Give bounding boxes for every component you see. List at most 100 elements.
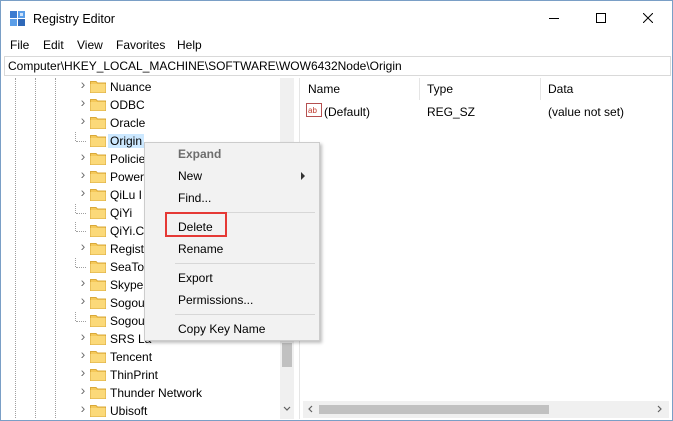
scroll-right-icon[interactable] [655,405,663,413]
menu-edit[interactable]: Edit [43,38,64,52]
tree-item-label: QiLu I [110,188,143,202]
column-divider[interactable] [540,78,541,100]
window-title: Registry Editor [33,12,115,26]
folder-icon [90,189,106,201]
tree-guide-line [75,312,76,321]
context-menu-permissions-label: Permissions... [178,293,254,307]
chevron-right-icon[interactable]: › [78,365,88,379]
context-menu: Expand New Find... Delete Rename Export … [144,142,320,341]
context-menu-expand-label: Expand [178,147,222,161]
chevron-right-icon[interactable]: › [78,167,88,181]
address-path[interactable]: Computer\HKEY_LOCAL_MACHINE\SOFTWARE\WOW… [8,59,402,73]
menu-view[interactable]: View [77,38,103,52]
folder-icon [90,369,106,381]
tree-item-label: Thunder Network [110,386,203,400]
column-header-type[interactable]: Type [427,82,453,96]
maximize-button[interactable] [578,1,624,35]
table-row[interactable]: ab (Default) REG_SZ (value not set) [303,102,669,120]
string-value-icon: ab [306,103,322,117]
tree-item[interactable]: › ThinPrint [4,365,280,384]
menu-separator [175,314,315,315]
column-header-name[interactable]: Name [308,82,340,96]
list-horizontal-scrollbar[interactable] [303,401,669,418]
value-name: (Default) [324,105,371,119]
chevron-right-icon[interactable]: › [78,293,88,307]
tree-guide-line [76,231,86,232]
minimize-button[interactable] [531,1,577,35]
context-menu-export[interactable]: Export [145,267,319,289]
tree-item-label: Power [110,170,145,184]
tree-item[interactable]: › Ubisoft [4,401,280,418]
folder-icon [90,207,106,219]
tree-item-label: QiYi.C [110,224,145,238]
tree-guide-line [76,321,86,322]
folder-icon [90,333,106,345]
tree-item-label: ODBC [110,98,145,112]
tree-guide-line [75,258,76,267]
tree-item[interactable]: › Oracle [4,113,280,132]
values-list[interactable]: Name Type Data ab (Default) REG_SZ (valu… [303,78,669,403]
chevron-right-icon[interactable]: › [78,347,88,361]
value-data: (value not set) [548,105,625,119]
folder-icon [90,117,106,129]
menu-bar: File Edit View Favorites Help [1,35,672,55]
tree-item-label: QiYi [110,206,133,220]
chevron-right-icon[interactable]: › [78,95,88,109]
context-menu-find[interactable]: Find... [145,187,319,209]
tree-item[interactable]: › ODBC [4,95,280,114]
tree-item-label: Tencent [110,350,153,364]
folder-icon [90,171,106,183]
folder-icon [90,261,106,273]
delete-highlight-box [165,212,227,237]
chevron-right-icon[interactable]: › [78,149,88,163]
address-bar[interactable]: Computer\HKEY_LOCAL_MACHINE\SOFTWARE\WOW… [4,56,671,76]
title-bar[interactable]: Registry Editor [1,1,672,35]
maximize-icon [596,13,606,23]
folder-icon [90,351,106,363]
context-menu-new[interactable]: New [145,165,319,187]
registry-editor-icon [10,11,25,26]
menu-help[interactable]: Help [177,38,202,52]
chevron-right-icon[interactable]: › [78,185,88,199]
column-divider[interactable] [419,78,420,100]
tree-item-label: Regist [110,242,145,256]
minimize-icon [549,18,559,19]
scroll-left-icon[interactable] [307,405,315,413]
chevron-right-icon[interactable]: › [78,401,88,415]
context-menu-export-label: Export [178,271,213,285]
column-header-data[interactable]: Data [548,82,573,96]
svg-text:ab: ab [308,106,317,115]
tree-item[interactable]: › Tencent [4,347,280,366]
tree-guide-line [75,222,76,231]
tree-item-label: Sogou [110,296,145,310]
tree-guide-line [76,141,86,142]
tree-item-label: Policie [110,152,146,166]
tree-item-label: Skype [110,278,144,292]
tree-item[interactable]: › Thunder Network [4,383,280,402]
menu-file[interactable]: File [10,38,29,52]
context-menu-find-label: Find... [178,191,212,205]
chevron-right-icon[interactable]: › [78,78,88,91]
menu-favorites[interactable]: Favorites [116,38,165,52]
chevron-right-icon[interactable]: › [78,113,88,127]
list-scroll-thumb[interactable] [319,405,549,414]
value-type: REG_SZ [427,105,476,119]
chevron-right-icon[interactable]: › [78,275,88,289]
folder-icon [90,135,106,147]
context-menu-permissions[interactable]: Permissions... [145,289,319,311]
submenu-arrow-icon [301,172,305,180]
tree-item-label: Sogou [110,314,145,328]
context-menu-rename[interactable]: Rename [145,238,319,260]
context-menu-copy-key-name[interactable]: Copy Key Name [145,318,319,340]
tree-scroll-thumb[interactable] [282,343,292,367]
chevron-right-icon[interactable]: › [78,239,88,253]
close-button[interactable] [625,1,671,35]
tree-guide-line [75,204,76,213]
context-menu-rename-label: Rename [178,242,224,256]
chevron-right-icon[interactable]: › [78,383,88,397]
folder-icon [90,405,106,417]
context-menu-expand[interactable]: Expand [145,143,319,165]
chevron-right-icon[interactable]: › [78,329,88,343]
tree-item[interactable]: › Nuance [4,78,280,96]
scroll-down-icon[interactable] [283,405,291,413]
